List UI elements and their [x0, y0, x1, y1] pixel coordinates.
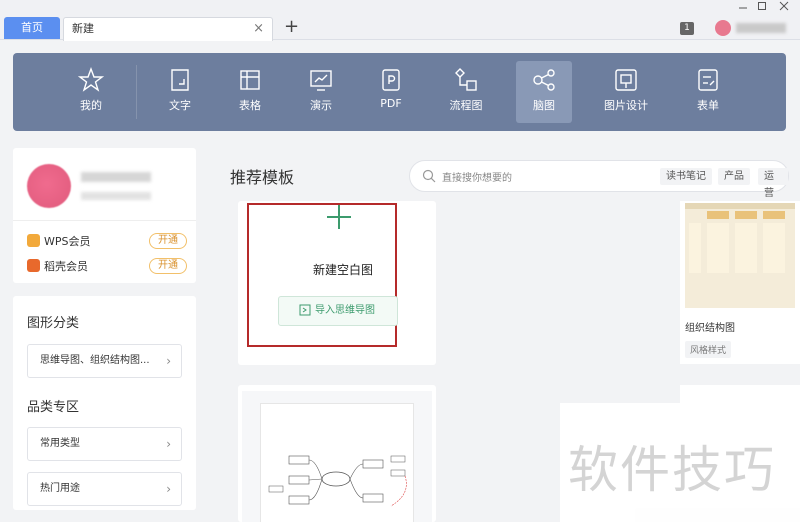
user-id-blurred	[81, 192, 151, 200]
window-close-icon[interactable]	[774, 0, 794, 15]
zone-button-label: 热门用途	[40, 483, 80, 494]
zone-popular-uses-button[interactable]: 热门用途 ›	[27, 472, 182, 506]
activate-wps-button[interactable]: 开通	[149, 233, 187, 249]
docer-member-icon	[27, 259, 40, 272]
template-thumbnail	[242, 391, 432, 522]
app-toolbar: 我的 文字 表格 演示 PDF 流程图 脑图 图片设计 表单	[13, 53, 786, 131]
image-design-icon	[615, 69, 637, 91]
tool-label: 演示	[310, 99, 332, 112]
search-input[interactable]: 直接搜你想要的 读书笔记 产品 运营	[409, 160, 789, 199]
search-icon	[422, 169, 436, 183]
minimize-icon[interactable]	[733, 0, 753, 15]
tool-flowchart[interactable]: 流程图	[438, 61, 494, 123]
tool-my[interactable]: 我的	[63, 61, 119, 123]
plus-icon	[327, 205, 351, 229]
pdf-icon	[382, 69, 400, 91]
mindmap-icon	[533, 69, 555, 91]
import-icon	[299, 304, 311, 316]
tool-presentation[interactable]: 演示	[293, 61, 349, 123]
tool-pdf[interactable]: PDF	[363, 61, 419, 123]
category-card: 图形分类 思维导图、组织结构图... › 品类专区 常用类型 › 热门用途 ›	[13, 296, 196, 510]
template-card-org-chart[interactable]: 组织结构图 风格样式	[680, 201, 800, 364]
toolbar-divider	[136, 65, 137, 119]
zone-button-label: 常用类型	[40, 438, 80, 449]
avatar[interactable]	[715, 20, 731, 36]
tool-label: 表单	[697, 99, 719, 112]
star-icon	[78, 67, 104, 92]
import-label: 导入思维导图	[315, 305, 375, 316]
zone-common-types-button[interactable]: 常用类型 ›	[27, 427, 182, 461]
document-icon	[171, 69, 189, 91]
notification-badge[interactable]: 1	[680, 22, 694, 35]
search-placeholder: 直接搜你想要的	[442, 173, 512, 184]
tab-new[interactable]: 新建 ×	[63, 17, 273, 41]
tool-label: 脑图	[533, 99, 555, 112]
tool-label: 图片设计	[604, 99, 648, 112]
category-filter-label: 思维导图、组织结构图...	[40, 355, 150, 366]
category-title: 图形分类	[27, 316, 80, 331]
close-icon[interactable]: ×	[253, 18, 264, 40]
section-title: 推荐模板	[230, 168, 295, 187]
category-filter-button[interactable]: 思维导图、组织结构图... ›	[27, 344, 182, 378]
member-label: WPS会员	[44, 235, 91, 248]
chevron-right-icon: ›	[166, 354, 171, 368]
chevron-right-icon: ›	[166, 482, 171, 496]
presentation-icon	[310, 70, 332, 91]
tool-label: PDF	[380, 97, 402, 110]
template-thumbnail	[685, 203, 795, 308]
import-mindmap-button[interactable]: 导入思维导图	[278, 296, 398, 326]
add-tab-button[interactable]: +	[284, 15, 299, 39]
tool-label: 表格	[239, 99, 261, 112]
flowchart-icon	[455, 68, 477, 91]
tool-mindmap[interactable]: 脑图	[516, 61, 572, 123]
tool-spreadsheet[interactable]: 表格	[222, 61, 278, 123]
user-name-blurred	[81, 172, 151, 182]
title-bar: 首页 新建 × + 1	[0, 0, 800, 41]
new-blank-mindmap-card[interactable]: 新建空白图 导入思维导图	[238, 201, 436, 365]
member-label: 稻壳会员	[44, 260, 88, 273]
watermark: 软件技巧	[568, 441, 776, 499]
search-tag-reading-notes[interactable]: 读书笔记	[660, 168, 712, 185]
tool-form[interactable]: 表单	[680, 61, 736, 123]
tool-label: 文字	[169, 99, 191, 112]
search-tag-product[interactable]: 产品	[718, 168, 750, 185]
template-card-mindmap[interactable]	[238, 385, 436, 522]
user-name-blurred[interactable]	[736, 23, 786, 33]
form-icon	[698, 69, 718, 91]
table-icon	[240, 70, 260, 90]
tool-writer[interactable]: 文字	[152, 61, 208, 123]
tab-home[interactable]: 首页	[4, 17, 60, 39]
template-tag: 风格样式	[685, 341, 732, 358]
avatar[interactable]	[27, 164, 71, 208]
member-row-docer: 稻壳会员 开通	[27, 258, 187, 276]
tab-new-label: 新建	[72, 22, 94, 35]
divider	[13, 220, 196, 221]
search-tag-operations[interactable]: 运营	[758, 168, 788, 199]
zone-title: 品类专区	[27, 400, 80, 415]
maximize-icon[interactable]	[752, 0, 772, 15]
tool-label: 流程图	[449, 99, 483, 112]
chevron-right-icon: ›	[166, 437, 171, 451]
wps-member-icon	[27, 234, 40, 247]
tool-image-design[interactable]: 图片设计	[598, 61, 654, 123]
activate-docer-button[interactable]: 开通	[149, 258, 187, 274]
profile-card: WPS会员 开通 稻壳会员 开通	[13, 148, 196, 283]
new-blank-label: 新建空白图	[312, 263, 373, 277]
member-row-wps: WPS会员 开通	[27, 233, 187, 251]
tool-label: 我的	[80, 99, 102, 112]
template-label: 组织结构图	[685, 323, 735, 334]
